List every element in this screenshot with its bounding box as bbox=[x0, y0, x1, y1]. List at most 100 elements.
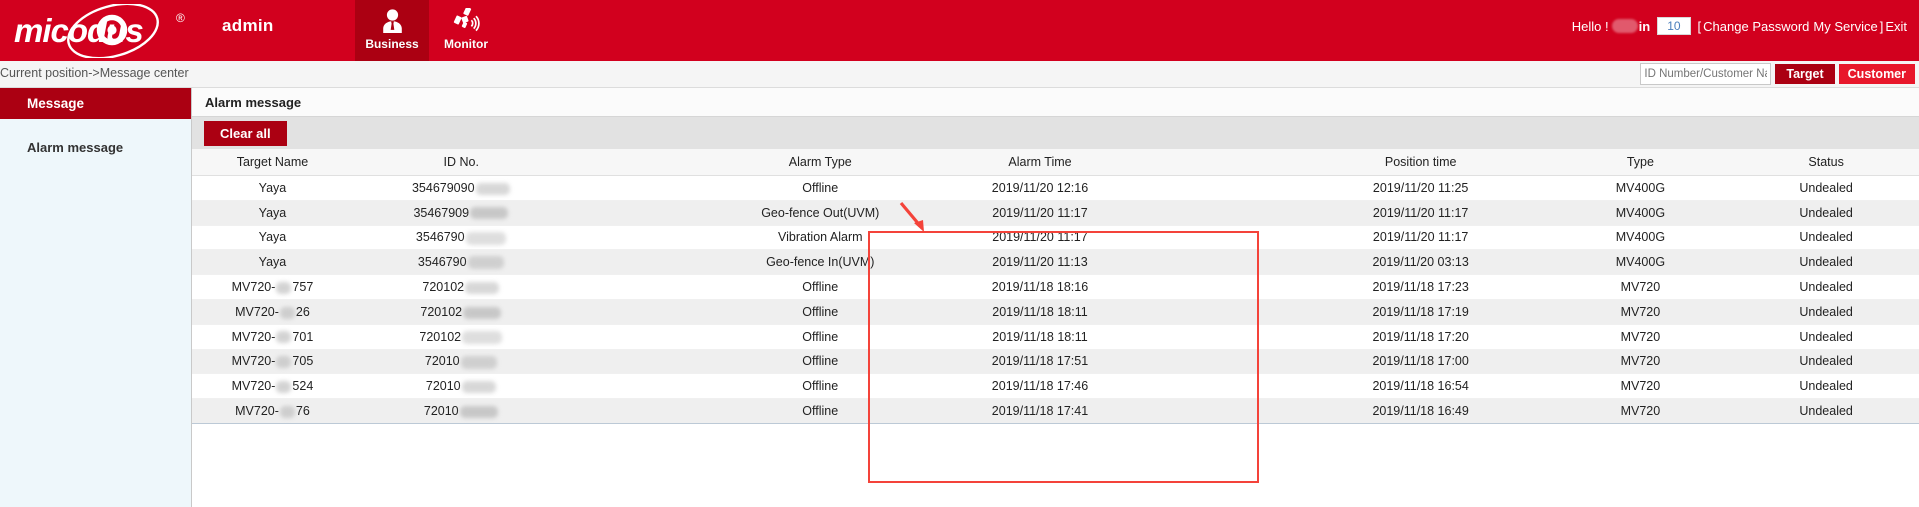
cell-alarm-time: 2019/11/18 17:46 bbox=[928, 373, 1152, 400]
nav-tab-business-label: Business bbox=[365, 37, 419, 51]
column-header-id-no[interactable]: ID No. bbox=[352, 149, 570, 176]
table-row[interactable]: Yaya 35467909 Geo-fence Out(UVM) 2019/11/20… bbox=[192, 200, 1919, 226]
cell-spacer bbox=[1151, 373, 1294, 400]
cell-spacer bbox=[1151, 175, 1294, 201]
cell-id-no: 720102 bbox=[352, 274, 570, 300]
cell-status: Undealed bbox=[1733, 373, 1919, 400]
cell-target-name: Yaya bbox=[192, 200, 353, 226]
cell-spacer bbox=[1151, 349, 1294, 375]
my-service-link[interactable]: My Service bbox=[1813, 19, 1877, 34]
table-row[interactable]: MV720- 757 720102 Offline 2019/11/18 18:16 20… bbox=[192, 274, 1919, 300]
table-row[interactable]: MV720- 705 72010 Offline 2019/11/18 17:51 201… bbox=[192, 349, 1919, 375]
cell-position-time: 2019/11/18 16:54 bbox=[1293, 373, 1548, 400]
cell-alarm-type: Geo-fence In(UVM) bbox=[711, 249, 929, 276]
table-row[interactable]: Yaya 354679090 Offline 2019/11/20 12:16 2019… bbox=[192, 175, 1919, 201]
redaction-blob bbox=[467, 256, 504, 270]
nav-tab-monitor[interactable]: Monitor bbox=[429, 0, 503, 61]
cell-spacer bbox=[569, 398, 712, 424]
sidebar-section-message[interactable]: Message bbox=[0, 88, 191, 119]
cell-status: Undealed bbox=[1733, 299, 1919, 325]
table-body: Yaya 354679090 Offline 2019/11/20 12:16 2019… bbox=[192, 175, 1919, 424]
nav-tab-business[interactable]: Business bbox=[355, 0, 429, 61]
cell-type: MV400G bbox=[1547, 200, 1734, 226]
page-body: Message Alarm message Alarm message Clea… bbox=[0, 88, 1919, 507]
cell-alarm-time: 2019/11/20 11:17 bbox=[928, 200, 1152, 226]
redaction-blob bbox=[279, 405, 295, 418]
column-header-alarm-time[interactable]: Alarm Time bbox=[928, 149, 1152, 176]
cell-alarm-type: Offline bbox=[711, 324, 929, 350]
user-zone: Hello ! in 10 [ Change Password My Servi… bbox=[1572, 17, 1909, 35]
cell-position-time: 2019/11/18 17:20 bbox=[1293, 324, 1548, 350]
cell-alarm-type: Offline bbox=[711, 175, 929, 201]
table-row[interactable]: MV720- 76 72010 Offline 2019/11/18 17:41 2019… bbox=[192, 398, 1919, 424]
clear-all-button[interactable]: Clear all bbox=[204, 120, 287, 146]
cell-id-no: 720102 bbox=[352, 299, 570, 325]
micodus-alarm-message-page: micodus ® admin Business Monitor Hello !… bbox=[0, 0, 1919, 507]
column-header-alarm-type[interactable]: Alarm Type bbox=[711, 149, 929, 176]
cell-spacer bbox=[569, 225, 712, 251]
exit-link[interactable]: Exit bbox=[1885, 19, 1907, 34]
cell-type: MV400G bbox=[1547, 249, 1734, 276]
column-header-position-time[interactable]: Position time bbox=[1293, 149, 1548, 176]
cell-status: Undealed bbox=[1733, 349, 1919, 375]
table-row[interactable]: MV720- 701 720102 Offline 2019/11/18 18:11 20… bbox=[192, 324, 1919, 350]
search-input[interactable] bbox=[1640, 63, 1772, 85]
cell-position-time: 2019/11/20 11:17 bbox=[1293, 200, 1548, 226]
change-password-link[interactable]: Change Password bbox=[1703, 19, 1809, 34]
cell-id-no: 35467909 bbox=[352, 200, 570, 226]
redaction-blob bbox=[461, 380, 496, 393]
hello-label: Hello ! bbox=[1571, 18, 1609, 34]
cell-spacer bbox=[1151, 274, 1294, 300]
cell-alarm-time: 2019/11/20 11:17 bbox=[928, 225, 1152, 251]
target-button[interactable]: Target bbox=[1775, 64, 1835, 84]
cell-type: MV720 bbox=[1547, 324, 1734, 350]
cell-alarm-type: Geo-fence Out(UVM) bbox=[711, 200, 929, 226]
message-count-badge[interactable]: 10 bbox=[1657, 17, 1691, 35]
micodus-logo[interactable]: micodus ® bbox=[8, 4, 218, 58]
cell-target-name: MV720- 524 bbox=[192, 373, 353, 400]
cell-alarm-type: Vibration Alarm bbox=[711, 225, 929, 251]
table-row[interactable]: Yaya 3546790 Vibration Alarm 2019/11/20 11:… bbox=[192, 225, 1919, 251]
cell-spacer bbox=[569, 373, 712, 400]
user-icon bbox=[380, 6, 405, 36]
table-row[interactable]: MV720- 26 720102 Offline 2019/11/18 18:11 201… bbox=[192, 299, 1919, 325]
cell-alarm-type: Offline bbox=[711, 299, 929, 325]
cell-spacer bbox=[569, 175, 712, 201]
cell-spacer bbox=[569, 200, 712, 226]
cell-alarm-type: Offline bbox=[711, 373, 929, 400]
cell-target-name: MV720- 26 bbox=[192, 299, 353, 325]
cell-spacer bbox=[1151, 299, 1294, 325]
customer-button[interactable]: Customer bbox=[1838, 64, 1915, 84]
cell-type: MV400G bbox=[1547, 225, 1734, 251]
cell-spacer bbox=[569, 274, 712, 300]
cell-position-time: 2019/11/18 17:00 bbox=[1293, 349, 1548, 375]
cell-position-time: 2019/11/18 17:19 bbox=[1293, 299, 1548, 325]
cell-spacer bbox=[569, 349, 712, 375]
cell-alarm-time: 2019/11/18 17:51 bbox=[928, 349, 1152, 375]
cell-status: Undealed bbox=[1733, 175, 1919, 201]
column-header-target-name[interactable]: Target Name bbox=[192, 149, 353, 176]
cell-alarm-type: Offline bbox=[711, 274, 929, 300]
cell-status: Undealed bbox=[1733, 225, 1919, 251]
sidebar-item-alarm-message[interactable]: Alarm message bbox=[0, 132, 191, 162]
redaction-blob bbox=[470, 207, 509, 220]
redaction-blob bbox=[459, 405, 498, 418]
column-header-status[interactable]: Status bbox=[1733, 149, 1919, 176]
redaction-blob bbox=[276, 281, 292, 294]
page-title: Alarm message bbox=[192, 88, 1919, 117]
redaction-blob bbox=[462, 330, 503, 344]
cell-position-time: 2019/11/20 11:17 bbox=[1293, 225, 1548, 251]
cell-alarm-time: 2019/11/18 17:41 bbox=[928, 398, 1152, 424]
bracket-open: [ bbox=[1697, 18, 1702, 34]
column-header-type[interactable]: Type bbox=[1547, 149, 1734, 176]
svg-text:®: ® bbox=[176, 11, 185, 25]
column-spacer-2 bbox=[1151, 149, 1294, 176]
cell-alarm-time: 2019/11/20 12:16 bbox=[928, 175, 1152, 201]
cell-id-no: 72010 bbox=[352, 398, 570, 424]
redaction-blob bbox=[463, 306, 502, 319]
table-row[interactable]: Yaya 3546790 Geo-fence In(UVM) 2019/11/20 1… bbox=[192, 249, 1919, 276]
cell-type: MV720 bbox=[1547, 299, 1734, 325]
cell-id-no: 72010 bbox=[352, 373, 570, 400]
table-row[interactable]: MV720- 524 72010 Offline 2019/11/18 17:46 201… bbox=[192, 373, 1919, 400]
sidebar: Message Alarm message bbox=[0, 88, 191, 507]
